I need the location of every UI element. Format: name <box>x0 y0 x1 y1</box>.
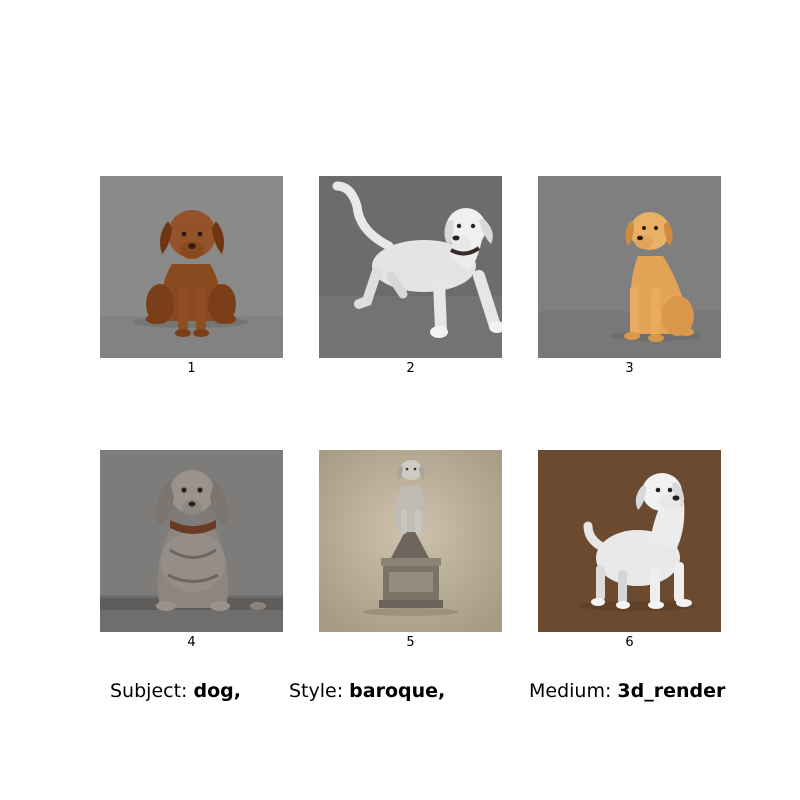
image-number-2: 2 <box>406 361 415 376</box>
caption-medium: Medium: 3d_render <box>529 680 725 702</box>
image-tile-4 <box>100 450 283 632</box>
white-dog-image <box>319 176 502 358</box>
image-number-6: 6 <box>625 635 634 650</box>
image-number-4: 4 <box>187 635 196 650</box>
style-label: Style: <box>289 680 344 702</box>
image-tile-3 <box>538 176 721 358</box>
image-tile-5 <box>319 450 502 632</box>
white-dog-brown-bg-image <box>538 450 721 632</box>
image-tile-1 <box>100 176 283 358</box>
image-tile-2 <box>319 176 502 358</box>
grey-dog-image <box>100 450 283 632</box>
dog-statue-image <box>319 450 502 632</box>
caption-style: Style: baroque, <box>289 680 445 702</box>
image-number-1: 1 <box>187 361 196 376</box>
brown-dog-image <box>100 176 283 358</box>
medium-label: Medium: <box>529 680 612 702</box>
caption-subject: Subject: dog, <box>110 680 241 702</box>
golden-dog-image <box>538 176 721 358</box>
image-tile-6 <box>538 450 721 632</box>
medium-value: 3d_render <box>617 680 726 702</box>
image-number-3: 3 <box>625 361 634 376</box>
style-value: baroque, <box>349 680 446 702</box>
image-number-5: 5 <box>406 635 415 650</box>
subject-value: dog, <box>193 680 241 702</box>
subject-label: Subject: <box>110 680 188 702</box>
